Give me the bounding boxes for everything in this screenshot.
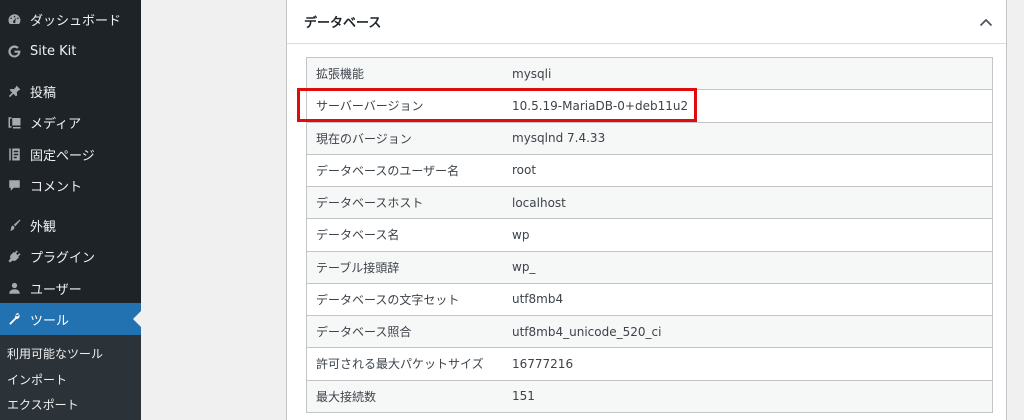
row-value: utf8mb4	[512, 292, 564, 307]
google-g-icon	[6, 43, 22, 59]
table-row: テーブル接頭辞 wp_	[307, 251, 992, 284]
sidebar-item-comments[interactable]: コメント	[0, 169, 141, 201]
sidebar-item-plugins[interactable]: プラグイン	[0, 240, 141, 272]
sidebar-item-label: ツール	[30, 313, 70, 329]
table-row: 許可される最大パケットサイズ 16777216	[307, 348, 992, 381]
sidebar-item-posts[interactable]: 投稿	[0, 75, 141, 107]
row-key: 最大接続数	[316, 389, 377, 404]
table-row: 最大接続数 151	[307, 380, 992, 413]
row-key: 拡張機能	[316, 67, 365, 82]
row-value: 151	[512, 389, 535, 404]
chevron-up-icon	[979, 18, 993, 27]
sidebar-item-label: 固定ページ	[30, 148, 95, 164]
row-value: mysqli	[512, 66, 552, 81]
sidebar-item-users[interactable]: ユーザー	[0, 272, 141, 304]
media-icon	[6, 114, 22, 130]
row-key: データベースの文字セット	[316, 292, 460, 307]
row-key: 現在のバージョン	[316, 131, 412, 146]
table-row: 拡張機能 mysqli	[307, 58, 992, 91]
sidebar-item-label: コメント	[30, 179, 83, 195]
row-key: サーバーバージョン	[316, 99, 424, 114]
tools-submenu: 利用可能なツール インポート エクスポート	[0, 335, 141, 420]
table-row: データベースのユーザー名 root	[307, 154, 992, 187]
admin-sidebar: ダッシュボード Site Kit 投稿 メディア 固定ページ コメント 外観 プ…	[0, 0, 141, 420]
comment-icon	[6, 177, 22, 193]
row-value: root	[512, 163, 537, 178]
row-key: データベース照合	[316, 325, 412, 340]
section-title: データベース	[304, 16, 382, 31]
row-key: データベース名	[316, 228, 400, 243]
section-header[interactable]: データベース	[287, 0, 1006, 44]
active-indicator	[133, 311, 141, 327]
database-section: データベース 拡張機能 mysqli サーバーバージョン 10.5.19-Mar…	[286, 0, 1007, 420]
sidebar-item-label: ダッシュボード	[30, 13, 122, 29]
plugin-icon	[6, 248, 22, 264]
page-icon	[6, 146, 22, 162]
row-key: データベースホスト	[316, 196, 424, 211]
sidebar-item-label: 外観	[30, 219, 57, 235]
row-value: mysqlnd 7.4.33	[512, 131, 606, 146]
sidebar-item-label: ユーザー	[30, 282, 82, 298]
database-info-table: 拡張機能 mysqli サーバーバージョン 10.5.19-MariaDB-0+…	[306, 57, 993, 413]
row-value: wp	[512, 227, 530, 242]
table-row: データベースホスト localhost	[307, 187, 992, 220]
table-row: データベース照合 utf8mb4_unicode_520_ci	[307, 316, 992, 349]
pin-icon	[6, 83, 22, 99]
table-row: サーバーバージョン 10.5.19-MariaDB-0+deb11u2	[307, 90, 992, 123]
sidebar-item-label: メディア	[30, 116, 82, 132]
row-value: wp_	[512, 260, 536, 275]
row-key: テーブル接頭辞	[316, 260, 400, 275]
row-value: utf8mb4_unicode_520_ci	[512, 324, 662, 339]
sidebar-item-dashboard[interactable]: ダッシュボード	[0, 3, 141, 35]
row-key: 許可される最大パケットサイズ	[316, 357, 484, 372]
submenu-item-export[interactable]: エクスポート	[7, 396, 79, 413]
user-icon	[6, 280, 22, 296]
sidebar-item-site-kit[interactable]: Site Kit	[0, 35, 141, 67]
wrench-icon	[6, 311, 22, 327]
row-value: 10.5.19-MariaDB-0+deb11u2	[512, 98, 689, 113]
table-row: データベースの文字セット utf8mb4	[307, 283, 992, 316]
submenu-item-import[interactable]: インポート	[7, 371, 67, 388]
row-key: データベースのユーザー名	[316, 163, 460, 178]
sidebar-item-pages[interactable]: 固定ページ	[0, 138, 141, 170]
sidebar-item-media[interactable]: メディア	[0, 106, 141, 138]
submenu-item-available-tools[interactable]: 利用可能なツール	[7, 345, 103, 362]
row-value: 16777216	[512, 356, 574, 371]
sidebar-item-appearance[interactable]: 外観	[0, 209, 141, 241]
sidebar-item-label: Site Kit	[30, 43, 77, 59]
dashboard-icon	[6, 11, 22, 27]
sidebar-item-label: プラグイン	[30, 250, 96, 266]
table-row: 現在のバージョン mysqlnd 7.4.33	[307, 122, 992, 155]
row-value: localhost	[512, 195, 566, 210]
brush-icon	[6, 217, 22, 233]
sidebar-item-tools[interactable]: ツール	[0, 303, 141, 335]
collapse-toggle[interactable]	[977, 14, 995, 30]
sidebar-item-label: 投稿	[30, 85, 57, 101]
table-row: データベース名 wp	[307, 219, 992, 252]
